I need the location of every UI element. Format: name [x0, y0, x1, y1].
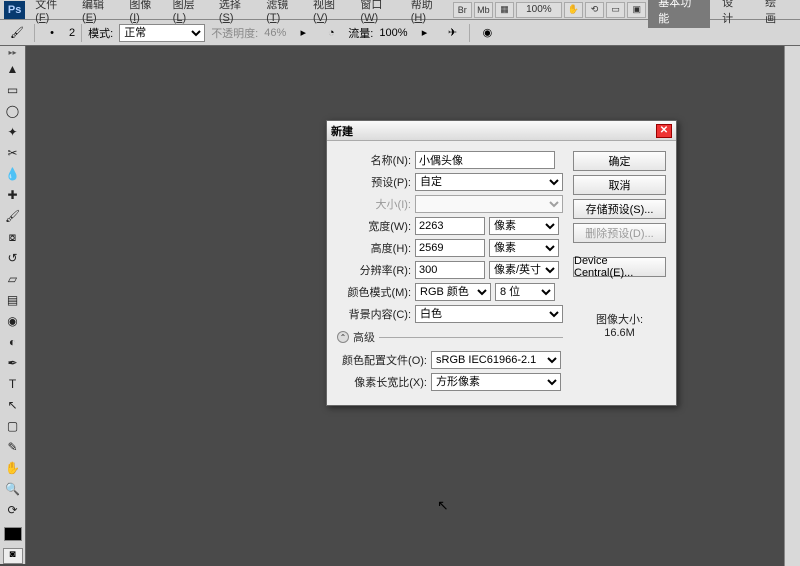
- width-input[interactable]: [415, 217, 485, 235]
- eraser-tool[interactable]: ▱: [2, 269, 24, 289]
- resolution-unit-select[interactable]: 像素/英寸: [489, 261, 559, 279]
- size-select: [415, 195, 563, 213]
- advanced-toggle-icon[interactable]: ⌃: [337, 331, 349, 343]
- menu-layer[interactable]: 图层(L): [167, 0, 213, 26]
- advanced-label: 高级: [353, 329, 375, 345]
- rotate-view-tool[interactable]: ⟳: [2, 500, 24, 520]
- menu-bar: Ps 文件(F) 编辑(E) 图像(I) 图层(L) 选择(S) 滤镜(T) 视…: [0, 0, 800, 20]
- workspace-tab-painting[interactable]: 绘画: [755, 0, 796, 28]
- dodge-tool[interactable]: ◐: [2, 332, 24, 352]
- zoom-level[interactable]: 100%: [516, 2, 562, 18]
- image-size-value: 16.6M: [573, 327, 666, 339]
- tablet-pressure-size-icon[interactable]: ◉: [476, 23, 498, 43]
- dialog-titlebar[interactable]: 新建 ✕: [327, 121, 676, 141]
- height-label: 高度(H):: [337, 240, 411, 256]
- zoom-tool[interactable]: 🔍: [2, 479, 24, 499]
- eyedropper-tool[interactable]: 💧: [2, 164, 24, 184]
- marquee-tool[interactable]: ▭: [2, 80, 24, 100]
- height-unit-select[interactable]: 像素: [489, 239, 559, 257]
- lasso-tool[interactable]: ◯: [2, 101, 24, 121]
- blur-tool[interactable]: ◉: [2, 311, 24, 331]
- flow-arrow-icon[interactable]: ▸: [413, 23, 435, 43]
- path-select-tool[interactable]: ↖: [2, 395, 24, 415]
- foreground-color-swatch[interactable]: [4, 527, 22, 541]
- delete-preset-button: 删除预设(D)...: [573, 223, 666, 243]
- profile-label: 颜色配置文件(O):: [337, 352, 427, 368]
- aspect-select[interactable]: 方形像素: [431, 373, 561, 391]
- width-unit-select[interactable]: 像素: [489, 217, 559, 235]
- height-input[interactable]: [415, 239, 485, 257]
- bg-label: 背景内容(C):: [337, 306, 411, 322]
- color-depth-select[interactable]: 8 位: [495, 283, 555, 301]
- menu-image[interactable]: 图像(I): [123, 0, 166, 26]
- color-mode-select[interactable]: RGB 颜色: [415, 283, 491, 301]
- hand-icon[interactable]: ✋: [564, 2, 583, 18]
- history-brush-tool[interactable]: ↺: [2, 248, 24, 268]
- arrange-icon[interactable]: ▭: [606, 2, 625, 18]
- cursor-icon: ↖: [437, 497, 449, 514]
- mini-bridge-icon[interactable]: Mb: [474, 2, 493, 18]
- flow-label: 流量:: [348, 25, 373, 41]
- current-tool-icon[interactable]: 🖌: [6, 23, 28, 43]
- save-preset-button[interactable]: 存储预设(S)...: [573, 199, 666, 219]
- move-tool[interactable]: ▲: [2, 59, 24, 79]
- cancel-button[interactable]: 取消: [573, 175, 666, 195]
- preset-label: 预设(P):: [337, 174, 411, 190]
- image-size-label: 图像大小:: [573, 311, 666, 327]
- gradient-tool[interactable]: ▤: [2, 290, 24, 310]
- opacity-label: 不透明度:: [211, 25, 258, 41]
- toolbox-collapse-icon[interactable]: ▸▸: [2, 48, 24, 58]
- resolution-label: 分辨率(R):: [337, 262, 411, 278]
- vertical-scrollbar[interactable]: [784, 46, 800, 566]
- workspace-tab-design[interactable]: 设计: [712, 0, 753, 28]
- close-icon[interactable]: ✕: [656, 124, 672, 138]
- wand-tool[interactable]: ✦: [2, 122, 24, 142]
- notes-tool[interactable]: ✎: [2, 437, 24, 457]
- tablet-pressure-opacity-icon[interactable]: ◔: [320, 23, 342, 43]
- stamp-tool[interactable]: ⧇: [2, 227, 24, 247]
- aspect-label: 像素长宽比(X):: [337, 374, 427, 390]
- opacity-value[interactable]: 46%: [264, 27, 286, 39]
- launch-bridge-icon[interactable]: Br: [453, 2, 472, 18]
- rotate-icon[interactable]: ⟲: [585, 2, 604, 18]
- color-mode-label: 颜色模式(M):: [337, 284, 411, 300]
- shape-tool[interactable]: ▢: [2, 416, 24, 436]
- menu-select[interactable]: 选择(S): [213, 0, 260, 26]
- crop-tool[interactable]: ✂: [2, 143, 24, 163]
- width-label: 宽度(W):: [337, 218, 411, 234]
- size-label: 大小(I):: [337, 196, 411, 212]
- brush-tool[interactable]: 🖌: [2, 206, 24, 226]
- ok-button[interactable]: 确定: [573, 151, 666, 171]
- device-central-button[interactable]: Device Central(E)...: [573, 257, 666, 277]
- view-extras-icon[interactable]: ▦: [495, 2, 514, 18]
- menu-edit[interactable]: 编辑(E): [76, 0, 123, 26]
- workspace-tab-essentials[interactable]: 基本功能: [648, 0, 710, 28]
- profile-select[interactable]: sRGB IEC61966-2.1: [431, 351, 561, 369]
- pen-tool[interactable]: ✒: [2, 353, 24, 373]
- menu-window[interactable]: 窗口(W): [354, 0, 404, 26]
- airbrush-icon[interactable]: ✈: [441, 23, 463, 43]
- mode-select[interactable]: 正常: [119, 24, 205, 42]
- opacity-arrow-icon[interactable]: ▸: [292, 23, 314, 43]
- dialog-title: 新建: [331, 123, 656, 139]
- preset-select[interactable]: 自定: [415, 173, 563, 191]
- quickmask-icon[interactable]: ◙: [3, 548, 23, 564]
- mode-label: 模式:: [88, 25, 113, 41]
- tool-panel: ▸▸ ▲ ▭ ◯ ✦ ✂ 💧 ✚ 🖌 ⧇ ↺ ▱ ▤ ◉ ◐ ✒ T ↖ ▢ ✎…: [0, 46, 26, 564]
- screen-mode-icon[interactable]: ▣: [627, 2, 646, 18]
- resolution-input[interactable]: [415, 261, 485, 279]
- new-document-dialog: 新建 ✕ 名称(N): 预设(P): 自定 大小(I): 宽度(W): 像素: [326, 120, 677, 406]
- app-logo: Ps: [4, 1, 25, 19]
- brush-size-label: 2: [69, 27, 75, 39]
- bg-select[interactable]: 白色: [415, 305, 563, 323]
- hand-tool[interactable]: ✋: [2, 458, 24, 478]
- name-label: 名称(N):: [337, 152, 411, 168]
- type-tool[interactable]: T: [2, 374, 24, 394]
- flow-value[interactable]: 100%: [379, 27, 407, 39]
- name-input[interactable]: [415, 151, 555, 169]
- brush-preset-icon[interactable]: •: [41, 23, 63, 43]
- healing-tool[interactable]: ✚: [2, 185, 24, 205]
